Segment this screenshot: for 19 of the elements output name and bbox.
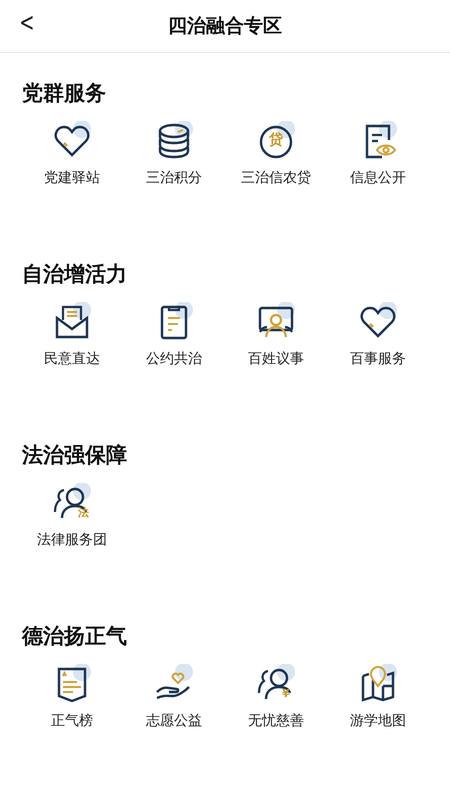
service-item[interactable]: 法 法律服务团 <box>21 483 123 549</box>
back-button[interactable]: < <box>15 8 39 38</box>
service-item[interactable]: 党建驿站 <box>21 121 123 187</box>
section-title: 法治强保障 <box>22 442 128 469</box>
service-item[interactable]: 百姓议事 <box>225 302 327 368</box>
service-item[interactable]: 贷 三治信农贷 <box>225 121 327 187</box>
section-title: 党群服务 <box>22 80 107 107</box>
page-title: 四治融合专区 <box>168 14 282 39</box>
service-item[interactable]: ¥ 无忧慈善 <box>225 664 327 730</box>
service-item[interactable]: 信息公开 <box>327 121 429 187</box>
service-item[interactable]: 三治积分 <box>123 121 225 187</box>
service-item[interactable]: 公约共治 <box>123 302 225 368</box>
section-title: 德治扬正气 <box>22 623 128 650</box>
service-item[interactable]: 百事服务 <box>327 302 429 368</box>
service-item[interactable]: 民意直达 <box>21 302 123 368</box>
service-item[interactable]: 志愿公益 <box>123 664 225 730</box>
service-item[interactable]: 游学地图 <box>327 664 429 730</box>
section-title: 自治增活力 <box>22 261 128 288</box>
service-item[interactable]: 正气榜 <box>21 664 123 730</box>
